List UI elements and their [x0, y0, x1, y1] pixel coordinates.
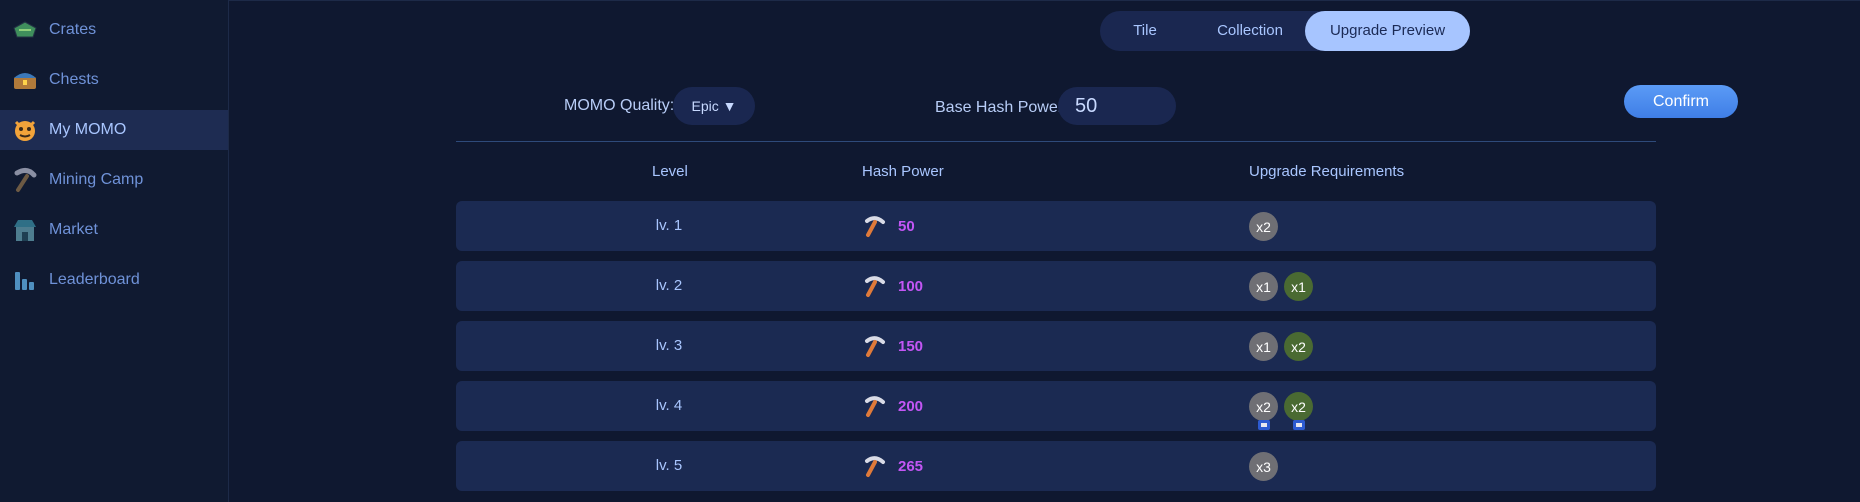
pickaxe-icon [865, 456, 885, 477]
sidebar-item-label: Market [49, 221, 98, 238]
requirement-badge: x2 [1249, 212, 1278, 241]
level-cell: lv. 1 [655, 217, 683, 234]
hash-power-value: 100 [898, 277, 924, 295]
hash-power-value: 150 [898, 337, 924, 355]
pickaxe-icon [865, 216, 885, 237]
mini-item-icon [1258, 420, 1270, 430]
hash-power-cell: 50 [862, 211, 915, 241]
mini-item-icon [1293, 420, 1305, 430]
requirement-badge: x1 [1249, 272, 1278, 301]
chest-icon [10, 65, 40, 95]
requirement-badge: x2 [1284, 332, 1313, 361]
sidebar-item-label: Mining Camp [49, 171, 144, 188]
requirement-badge: x2 [1284, 392, 1313, 430]
hash-power-value: 200 [898, 397, 924, 415]
header-level: Level [652, 163, 688, 180]
level-cell: lv. 3 [655, 337, 683, 354]
requirement-count: x2 [1291, 398, 1306, 415]
pickaxe-icon [865, 336, 885, 357]
sidebar: Crates Chests My MOMO Mining Camp Market… [0, 0, 229, 502]
hash-power-value: 50 [898, 217, 915, 235]
quality-select[interactable]: Epic ▼ [673, 87, 755, 125]
header-upgrade-requirements: Upgrade Requirements [1249, 163, 1405, 180]
pickaxe-icon [865, 276, 885, 297]
pickaxe-icon [865, 396, 885, 417]
requirements-cell: x2 [1249, 212, 1284, 241]
quality-label: MOMO Quality: [564, 97, 675, 114]
table-row: lv. 4 200 x2 x2 [456, 381, 1656, 431]
pickaxe-icon [10, 165, 40, 195]
tab-tile[interactable]: Tile [1100, 11, 1190, 51]
sidebar-item-label: Chests [49, 71, 99, 88]
base-hash-label: Base Hash Power: [935, 99, 1068, 116]
hash-power-cell: 200 [862, 391, 923, 421]
top-border [229, 0, 1860, 1]
header-divider [456, 141, 1656, 142]
leaderboard-icon [10, 265, 40, 295]
level-cell: lv. 2 [655, 277, 683, 294]
sidebar-item-chests[interactable]: Chests [0, 60, 228, 100]
requirement-badge: x1 [1284, 272, 1313, 301]
sidebar-item-crates[interactable]: Crates [0, 10, 228, 50]
hash-power-value: 265 [898, 457, 924, 475]
requirements-cell: x1 x1 [1249, 272, 1319, 301]
header-hash-power: Hash Power [862, 163, 944, 180]
requirement-badge: x1 [1249, 332, 1278, 361]
hash-power-cell: 265 [862, 451, 923, 481]
requirements-cell: x3 [1249, 452, 1284, 481]
sidebar-item-my-momo[interactable]: My MOMO [0, 110, 228, 150]
crate-icon [10, 15, 40, 45]
requirement-count: x2 [1256, 398, 1271, 415]
sidebar-item-label: My MOMO [49, 121, 127, 138]
base-hash-input[interactable]: 50 [1058, 87, 1176, 125]
requirement-badge: x2 [1249, 392, 1278, 430]
table-row: lv. 5 265 x3 [456, 441, 1656, 491]
tab-collection[interactable]: Collection [1190, 11, 1310, 51]
sidebar-item-market[interactable]: Market [0, 210, 228, 250]
market-icon [10, 215, 40, 245]
confirm-button[interactable]: Confirm [1624, 85, 1738, 118]
sidebar-item-label: Crates [49, 21, 97, 38]
table-row: lv. 1 50 x2 [456, 201, 1656, 251]
momo-icon [10, 115, 40, 145]
table-row: lv. 3 150 x1 x2 [456, 321, 1656, 371]
sidebar-item-leaderboard[interactable]: Leaderboard [0, 260, 228, 300]
requirements-cell: x2 x2 [1249, 392, 1319, 430]
level-cell: lv. 5 [655, 457, 683, 474]
requirements-cell: x1 x2 [1249, 332, 1319, 361]
level-cell: lv. 4 [655, 397, 683, 414]
hash-power-cell: 100 [862, 271, 923, 301]
requirement-badge: x3 [1249, 452, 1278, 481]
hash-power-cell: 150 [862, 331, 923, 361]
tab-bar: Tile Collection Upgrade Preview [1100, 11, 1470, 51]
sidebar-item-label: Leaderboard [49, 271, 140, 288]
tab-upgrade-preview[interactable]: Upgrade Preview [1305, 11, 1470, 51]
table-row: lv. 2 100 x1 x1 [456, 261, 1656, 311]
sidebar-item-mining-camp[interactable]: Mining Camp [0, 160, 228, 200]
